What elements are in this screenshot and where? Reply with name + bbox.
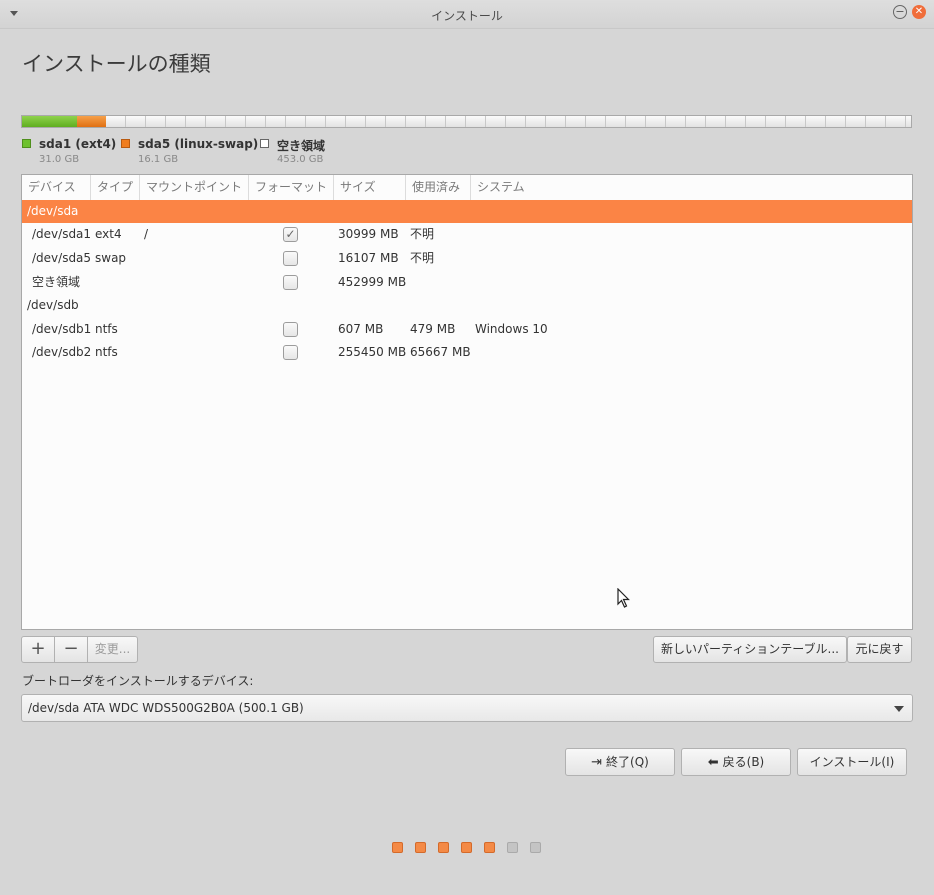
- cell-size: 16107 MB: [338, 251, 399, 265]
- progress-step: [415, 842, 426, 853]
- new-partition-table-button[interactable]: 新しいパーティションテーブル...: [653, 636, 847, 663]
- format-checkbox[interactable]: [283, 345, 298, 360]
- bootloader-label: ブートローダをインストールするデバイス:: [22, 674, 254, 688]
- progress-step: [484, 842, 495, 853]
- legend-label: sda1 (ext4): [39, 137, 117, 151]
- progress-step: [392, 842, 403, 853]
- format-checkbox[interactable]: [283, 322, 298, 337]
- column-header-mount[interactable]: マウントポイント: [140, 175, 249, 200]
- column-header-size[interactable]: サイズ: [334, 175, 406, 200]
- quit-label: 終了(Q): [606, 755, 649, 769]
- table-row[interactable]: 空き領域 452999 MB: [22, 271, 912, 294]
- remove-partition-button[interactable]: −: [54, 636, 88, 663]
- bootloader-selected-value: /dev/sda ATA WDC WDS500G2B0A (500.1 GB): [28, 701, 304, 715]
- progress-step: [530, 842, 541, 853]
- add-partition-button[interactable]: +: [21, 636, 55, 663]
- partition-bar-free: [106, 116, 911, 127]
- format-checkbox[interactable]: [283, 251, 298, 266]
- page-title: インストールの種類: [22, 52, 211, 76]
- partition-bar: [21, 115, 912, 128]
- legend-size: 453.0 GB: [277, 154, 324, 165]
- back-button[interactable]: ⬅ 戻る(B): [681, 748, 791, 776]
- cell-size: 30999 MB: [338, 227, 399, 241]
- cell-device: 空き領域: [32, 275, 81, 289]
- column-header-used[interactable]: 使用済み: [406, 175, 471, 200]
- table-row[interactable]: /dev/sda5 swap 16107 MB 不明: [22, 247, 912, 270]
- legend-size: 16.1 GB: [138, 154, 179, 165]
- cell-type: swap: [95, 251, 127, 265]
- chevron-down-icon: [894, 706, 904, 712]
- cell-mount: /: [144, 227, 149, 241]
- install-label: インストール(I): [809, 755, 895, 769]
- cell-used: 65667 MB: [410, 345, 471, 359]
- mouse-cursor-icon: [617, 588, 630, 608]
- progress-step: [461, 842, 472, 853]
- cell-device: /dev/sdb: [27, 298, 79, 312]
- cell-system: Windows 10: [475, 322, 548, 336]
- cell-type: ntfs: [95, 322, 118, 336]
- legend-swatch-free: [260, 139, 269, 148]
- cell-used: 479 MB: [410, 322, 456, 336]
- legend-swatch-ext4: [22, 139, 31, 148]
- column-header-type[interactable]: タイプ: [91, 175, 140, 200]
- cell-type: ext4: [95, 227, 122, 241]
- cell-used: 不明: [410, 251, 435, 265]
- quit-button[interactable]: ⇥ 終了(Q): [565, 748, 675, 776]
- cell-size: 607 MB: [338, 322, 384, 336]
- install-button[interactable]: インストール(I): [797, 748, 907, 776]
- table-row[interactable]: /dev/sda1 ext4 / ✓ 30999 MB 不明: [22, 223, 912, 246]
- cell-type: ntfs: [95, 345, 118, 359]
- table-row[interactable]: /dev/sdb: [22, 294, 912, 317]
- cell-size: 452999 MB: [338, 275, 407, 289]
- back-label: 戻る(B): [722, 755, 765, 769]
- table-header: デバイス タイプ マウントポイント フォーマット サイズ 使用済み システム: [22, 175, 912, 201]
- legend-swatch-swap: [121, 139, 130, 148]
- cell-device: /dev/sdb1: [32, 322, 92, 336]
- legend-label: 空き領域: [277, 139, 326, 153]
- table-row[interactable]: /dev/sda: [22, 200, 912, 223]
- bootloader-device-select[interactable]: /dev/sda ATA WDC WDS500G2B0A (500.1 GB): [21, 694, 913, 722]
- column-header-system[interactable]: システム: [471, 175, 912, 200]
- exit-icon: ⇥: [591, 755, 603, 770]
- progress-step: [438, 842, 449, 853]
- cell-device: /dev/sda: [27, 204, 79, 218]
- legend-label: sda5 (linux-swap): [138, 137, 259, 151]
- format-checkbox[interactable]: [283, 275, 298, 290]
- back-arrow-icon: ⬅: [707, 755, 719, 770]
- minimize-icon[interactable]: −: [893, 5, 907, 19]
- change-partition-button[interactable]: 変更...: [87, 636, 138, 663]
- cell-device: /dev/sda5: [32, 251, 92, 265]
- close-icon[interactable]: ✕: [912, 5, 926, 19]
- legend-size: 31.0 GB: [39, 154, 80, 165]
- progress-step: [507, 842, 518, 853]
- window-title: インストール: [431, 9, 503, 23]
- partition-table[interactable]: デバイス タイプ マウントポイント フォーマット サイズ 使用済み システム /…: [21, 174, 913, 630]
- cell-size: 255450 MB: [338, 345, 407, 359]
- format-checkbox[interactable]: ✓: [283, 227, 298, 242]
- partition-bar-sda5: [77, 116, 106, 127]
- cell-device: /dev/sdb2: [32, 345, 92, 359]
- column-header-format[interactable]: フォーマット: [249, 175, 334, 200]
- cell-used: 不明: [410, 227, 435, 241]
- partition-bar-sda1: [22, 116, 77, 127]
- revert-button[interactable]: 元に戻す: [847, 636, 912, 663]
- column-header-device[interactable]: デバイス: [22, 175, 91, 200]
- table-row[interactable]: /dev/sdb2 ntfs 255450 MB 65667 MB: [22, 341, 912, 364]
- title-bar: インストール − ✕: [0, 0, 934, 29]
- table-row[interactable]: /dev/sdb1 ntfs 607 MB 479 MB Windows 10: [22, 318, 912, 341]
- cell-device: /dev/sda1: [32, 227, 92, 241]
